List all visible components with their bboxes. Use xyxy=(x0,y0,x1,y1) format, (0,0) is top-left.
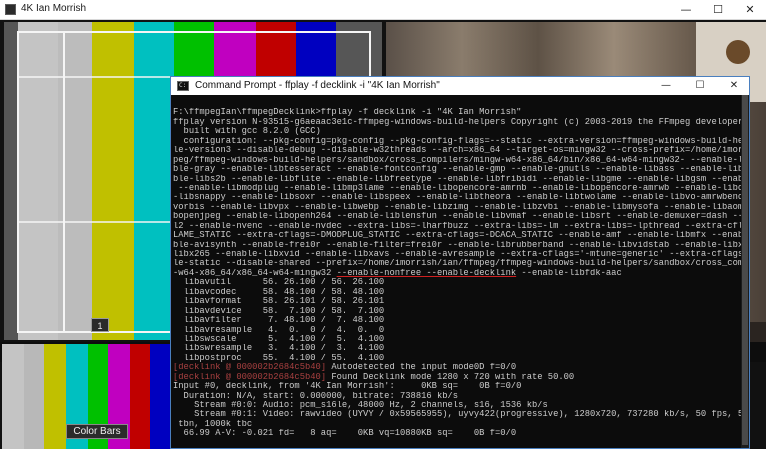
console-line: libswscale 5. 4.100 / 5. 4.100 xyxy=(173,334,385,344)
console-line: libavdevice 58. 7.100 / 58. 7.100 xyxy=(173,306,385,316)
decklink-flags-highlight: --enable-nonfree --enable-decklink xyxy=(336,268,517,278)
cmd-close-button[interactable]: ✕ xyxy=(719,77,749,95)
console-line: libavfilter 7. 48.100 / 7. 48.100 xyxy=(173,316,385,326)
console-line: vorbis --enable-libvpx --enable-libwebp … xyxy=(173,202,741,212)
maximize-button[interactable]: ☐ xyxy=(702,0,734,19)
console-line: libavcodec 58. 48.100 / 58. 48.100 xyxy=(173,287,385,297)
thumb-bar-white xyxy=(2,344,24,449)
console-line: le-static --disable-shared --prefix=/hom… xyxy=(173,259,741,269)
console-line: F:\ffmpegIan\ffmpegDecklink>ffplay -f de… xyxy=(173,108,522,118)
console-line: libavresample 4. 0. 0 / 4. 0. 0 xyxy=(173,325,385,335)
scrollbar-thumb[interactable] xyxy=(742,95,748,445)
console-line: l2 --enable-nvenc --enable-nvdec --extra… xyxy=(173,221,741,231)
command-prompt-window[interactable]: C: Command Prompt - ffplay -f decklink -… xyxy=(170,76,750,449)
console-line: libpostproc 55. 4.100 / 55. 4.100 xyxy=(173,353,385,363)
console-text: -w64-x86_64/x86_64-w64-mingw32 xyxy=(173,268,337,278)
console-line: Stream #0:0: Audio: pcm_s16le, 48000 Hz,… xyxy=(173,401,548,410)
console-line: bopenjpeg --enable-libopenh264 --enable-… xyxy=(173,212,741,222)
console-line: built with gcc 8.2.0 (GCC) xyxy=(173,127,321,137)
console-line: Duration: N/A, start: 0.000000, bitrate:… xyxy=(173,391,459,401)
thumb-bar-blue xyxy=(150,344,172,449)
thumb-bar-gray xyxy=(24,344,44,449)
console-line: 66.99 A-V: -0.021 fd= 8 aq= 0KB vq=10880… xyxy=(173,429,517,439)
console-line: -libsnappy --enable-libsoxr --enable-lib… xyxy=(173,193,741,203)
console-line: le-version3 --disable-debug --disable-w3… xyxy=(173,146,741,156)
console-icon: C: xyxy=(177,81,189,91)
console-scrollbar[interactable] xyxy=(741,95,749,448)
decklink-message: Autodetected the input mode0D f=0/0 xyxy=(326,363,517,373)
cmd-maximize-button[interactable]: ☐ xyxy=(685,77,715,95)
console-line: LAME_STATIC --extra-cflags=-DMODPLUG_STA… xyxy=(173,231,741,241)
console-text: --enable-libfdk-aac xyxy=(516,268,622,278)
decklink-message: Found Decklink mode 1280 x 720 with rate… xyxy=(326,372,575,382)
ffplay-app-icon xyxy=(5,4,16,15)
close-button[interactable]: ✕ xyxy=(734,0,766,19)
decklink-tag: [decklink @ 000002b2684c5b40] xyxy=(173,363,327,373)
console-line: ble-gray --enable-libtesseract --enable-… xyxy=(173,165,741,175)
console-line: libx265 --enable-libxvid --enable-libxav… xyxy=(173,250,741,259)
ffplay-window-title: 4K Ian Morrish xyxy=(21,3,87,14)
thumb-bar-red xyxy=(130,344,150,449)
cmd-titlebar[interactable]: C: Command Prompt - ffplay -f decklink -… xyxy=(171,77,749,95)
console-line: configuration: --pkg-config=pkg-config -… xyxy=(183,136,741,146)
thumb-bar-yellow xyxy=(44,344,66,449)
decklink-tag: [decklink @ 000002b2684c5b40] xyxy=(173,372,327,382)
channel-badge: 1 xyxy=(91,318,109,332)
ffplay-titlebar[interactable]: 4K Ian Morrish — ☐ ✕ xyxy=(0,0,766,20)
console-line: -w64-x86_64/x86_64-w64-mingw32 --enable-… xyxy=(173,269,741,278)
console-line: tbn, 1000k tbc xyxy=(173,419,253,429)
console-line: peg/ffmpeg-windows-build-helpers/sandbox… xyxy=(173,155,741,165)
decklink-log-line: [decklink @ 000002b2684c5b40] Found Deck… xyxy=(173,373,741,382)
console-line: libavutil 56. 26.100 / 56. 26.100 xyxy=(173,278,385,288)
console-line: ble-avisynth --enable-frei0r --enable-fi… xyxy=(173,240,741,250)
decklink-log-line: [decklink @ 000002b2684c5b40] Autodetect… xyxy=(173,363,741,372)
cmd-minimize-button[interactable]: — xyxy=(651,77,681,95)
thumbnail-label: Color Bars xyxy=(66,424,128,439)
console-line: --enable-libmodplug --enable-libmp3lame … xyxy=(178,183,741,193)
console-line: ffplay version N-93515-g6aeaac3e1c-ffmpe… xyxy=(173,117,741,127)
console-line: libswresample 3. 4.100 / 3. 4.100 xyxy=(173,344,385,354)
console-line: Input #0, decklink, from '4K Ian Morrish… xyxy=(173,382,522,392)
console-line: ble-libs2b --enable-libflite --enable-li… xyxy=(173,174,741,184)
console-output[interactable]: F:\ffmpegIan\ffmpegDecklink>ffplay -f de… xyxy=(173,99,741,448)
console-line: libavformat 58. 26.101 / 58. 26.101 xyxy=(173,297,385,307)
cmd-window-title: Command Prompt - ffplay -f decklink -i "… xyxy=(195,80,440,91)
minimize-button[interactable]: — xyxy=(670,0,702,19)
console-line: Stream #0:1: Video: rawvideo (UYVY / 0x5… xyxy=(194,410,741,420)
